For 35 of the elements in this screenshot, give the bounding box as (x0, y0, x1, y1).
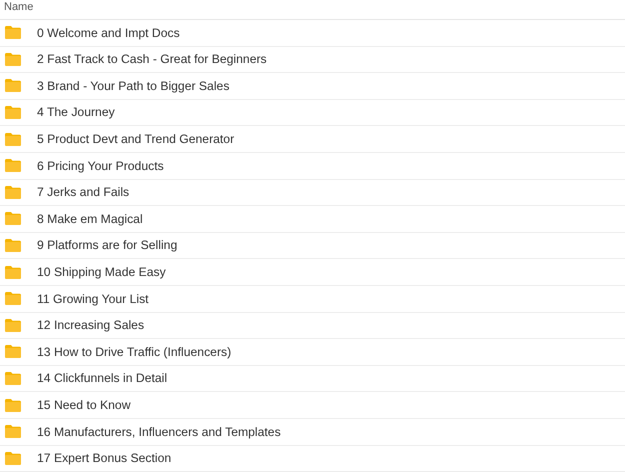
folder-icon (5, 26, 21, 40)
folder-name[interactable]: 11 Growing Your List (37, 290, 149, 308)
folder-name[interactable]: 0 Welcome and Impt Docs (37, 24, 180, 42)
folder-icon (5, 318, 21, 332)
folder-name[interactable]: 7 Jerks and Fails (37, 183, 130, 202)
folder-name[interactable]: 5 Product Devt and Trend Generator (37, 130, 234, 148)
folder-icon (5, 106, 21, 120)
folder-icon (5, 52, 21, 66)
folder-icon (5, 239, 21, 252)
folder-name[interactable]: 15 Need to Know (37, 396, 131, 414)
folder-name[interactable]: 6 Pricing Your Products (37, 156, 164, 175)
folder-name[interactable]: 16 Manufacturers, Influencers and Templates (37, 422, 281, 441)
folder-icon (5, 266, 21, 279)
folder-icon (5, 186, 21, 199)
folder-icon (5, 159, 21, 172)
folder-name[interactable]: 13 How to Drive Traffic (Influencers) (37, 342, 232, 362)
folder-icon (5, 212, 21, 226)
folder-icon (5, 452, 21, 465)
folder-icon (5, 425, 21, 438)
folder-icon (5, 398, 21, 412)
folder-name[interactable]: 12 Increasing Sales (37, 316, 144, 334)
folder-icon (5, 345, 21, 358)
folder-icon (5, 372, 21, 386)
folder-name[interactable]: 2 Fast Track to Cash - Great for Beginners (37, 50, 267, 69)
folder-icon (5, 79, 21, 92)
folder-name[interactable]: 3 Brand - Your Path to Bigger Sales (37, 76, 230, 96)
folder-name[interactable]: 10 Shipping Made Easy (37, 262, 166, 282)
folder-icon (5, 132, 21, 146)
folder-name[interactable]: 8 Make em Magical (37, 210, 143, 228)
folder-name[interactable]: 14 Clickfunnels in Detail (37, 369, 168, 388)
folder-name[interactable]: 9 Platforms are for Selling (37, 236, 178, 255)
column-header[interactable]: Name (4, 0, 34, 15)
folder-name[interactable]: 17 Expert Bonus Section (37, 449, 172, 468)
folder-name[interactable]: 4 The Journey (37, 103, 115, 122)
folder-icon (5, 292, 21, 306)
